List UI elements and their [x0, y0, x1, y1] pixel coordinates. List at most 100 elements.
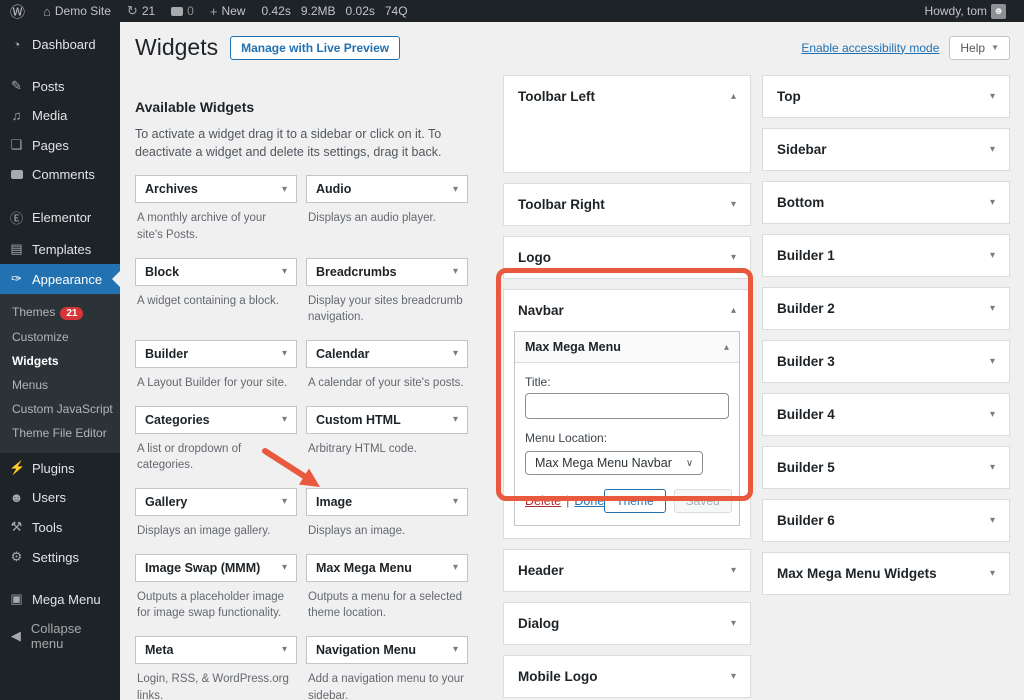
sidebar-area-header[interactable]: Builder 5 ▾ [763, 447, 1009, 488]
chevron-down-icon[interactable]: ▾ [731, 252, 736, 263]
enable-accessibility-mode-link[interactable]: Enable accessibility mode [801, 41, 939, 55]
sidebar-area-header[interactable]: Navbar ▴ [504, 290, 750, 331]
sidebar-area-header[interactable]: Toolbar Left ▴ [504, 76, 750, 117]
chevron-down-icon[interactable]: ▾ [731, 671, 736, 682]
chevron-down-icon[interactable]: ▾ [453, 562, 458, 573]
chevron-down-icon[interactable]: ▾ [282, 562, 287, 573]
widget-card-custom-html[interactable]: Custom HTML▾ [306, 406, 468, 434]
chevron-down-icon[interactable]: ▾ [731, 565, 736, 576]
widget-card-meta[interactable]: Meta▾ [135, 636, 297, 664]
chevron-down-icon[interactable]: ▾ [990, 250, 995, 261]
chevron-down-icon[interactable]: ▾ [990, 409, 995, 420]
done-link[interactable]: Done [574, 494, 604, 508]
chevron-down-icon[interactable]: ▾ [990, 144, 995, 155]
widget-card-calendar[interactable]: Calendar▾ [306, 340, 468, 368]
chevron-down-icon[interactable]: ▾ [990, 568, 995, 579]
theme-button[interactable]: Theme [604, 489, 665, 513]
chevron-down-icon[interactable]: ▾ [731, 199, 736, 210]
submenu-item-menus[interactable]: Menus [0, 373, 120, 397]
chevron-down-icon[interactable]: ▾ [990, 356, 995, 367]
new-content-menu[interactable]: + New [202, 0, 254, 22]
widget-card-archives[interactable]: Archives▾ [135, 175, 297, 203]
submenu-item-theme-file-editor[interactable]: Theme File Editor [0, 421, 120, 445]
chevron-up-icon[interactable]: ▴ [731, 91, 736, 102]
chevron-down-icon[interactable]: ▾ [282, 184, 287, 195]
widget-card-max-mega-menu[interactable]: Max Mega Menu▾ [306, 554, 468, 582]
site-menu[interactable]: ⌂ Demo Site [35, 0, 119, 22]
collapse-menu-button[interactable]: ◀ Collapse menu [0, 614, 120, 658]
sidebar-item-comments[interactable]: Comments [0, 160, 120, 189]
submenu-item-custom-javascript[interactable]: Custom JavaScript [0, 397, 120, 421]
help-button[interactable]: Help ▼ [949, 36, 1010, 60]
chevron-up-icon[interactable]: ▴ [724, 342, 729, 353]
sidebar-item-posts[interactable]: ✎ Posts [0, 71, 120, 101]
wordpress-logo-icon[interactable]: Ⓦ [0, 1, 35, 22]
sidebar-area-header[interactable]: Builder 2 ▾ [763, 288, 1009, 329]
chevron-down-icon[interactable]: ▾ [282, 644, 287, 655]
sidebar-item-templates[interactable]: ▤ Templates [0, 234, 120, 264]
title-input[interactable] [525, 393, 729, 419]
widget-card-breadcrumbs[interactable]: Breadcrumbs▾ [306, 258, 468, 286]
sidebar-area-header[interactable]: Bottom ▾ [763, 182, 1009, 223]
sidebar-item-tools[interactable]: ⚒ Tools [0, 512, 120, 542]
widget-card-gallery[interactable]: Gallery▾ [135, 488, 297, 516]
chevron-down-icon[interactable]: ▾ [453, 414, 458, 425]
chevron-down-icon[interactable]: ▾ [990, 91, 995, 102]
widget-card-builder[interactable]: Builder▾ [135, 340, 297, 368]
widget-card-navigation-menu[interactable]: Navigation Menu▾ [306, 636, 468, 664]
widget-card-block[interactable]: Block▾ [135, 258, 297, 286]
chevron-down-icon[interactable]: ▾ [282, 414, 287, 425]
chevron-down-icon[interactable]: ▾ [453, 266, 458, 277]
chevron-down-icon[interactable]: ▾ [990, 197, 995, 208]
sidebar-area-header[interactable]: Header ▾ [504, 550, 750, 591]
chevron-down-icon[interactable]: ▾ [453, 348, 458, 359]
sidebar-item-mega-menu[interactable]: ▣ Mega Menu [0, 584, 120, 614]
chevron-down-icon[interactable]: ▾ [282, 496, 287, 507]
chevron-down-icon[interactable]: ▾ [282, 266, 287, 277]
sidebar-area-header[interactable]: Top ▾ [763, 76, 1009, 117]
widget-card-audio[interactable]: Audio▾ [306, 175, 468, 203]
sidebar-area-header[interactable]: Builder 4 ▾ [763, 394, 1009, 435]
sidebar-item-pages[interactable]: ❏ Pages [0, 130, 120, 160]
sidebar-area-header[interactable]: Sidebar ▾ [763, 129, 1009, 170]
chevron-down-icon[interactable]: ▾ [990, 462, 995, 473]
chevron-down-icon[interactable]: ▾ [453, 496, 458, 507]
sidebar-area-header[interactable]: Dialog ▾ [504, 603, 750, 644]
widget-card-categories[interactable]: Categories▾ [135, 406, 297, 434]
submenu-item-themes[interactable]: Themes21 [0, 300, 120, 325]
chevron-down-icon[interactable]: ▾ [990, 303, 995, 314]
query-monitor-stats[interactable]: 0.42s 9.2MB 0.02s 74Q [253, 4, 415, 18]
menu-location-select[interactable]: Max Mega Menu Navbar ∨ [525, 451, 703, 475]
sidebar-item-elementor[interactable]: Ⓔ Elementor [0, 201, 120, 234]
updates-menu[interactable]: ↻ 21 [119, 0, 163, 22]
account-menu[interactable]: Howdy, tom ☻ [917, 0, 1014, 22]
submenu-item-widgets[interactable]: Widgets [0, 349, 120, 373]
sidebar-item-plugins[interactable]: ⚡ Plugins [0, 453, 120, 483]
sidebar-area-header[interactable]: Builder 3 ▾ [763, 341, 1009, 382]
sidebar-item-media[interactable]: ♫ Media [0, 101, 120, 130]
sidebar-area-header[interactable]: Builder 1 ▾ [763, 235, 1009, 276]
sidebar-item-dashboard[interactable]: ◔ Dashboard [0, 30, 120, 59]
sidebar-area-header[interactable]: Builder 6 ▾ [763, 500, 1009, 541]
chevron-down-icon[interactable]: ▾ [282, 348, 287, 359]
widget-drop-area[interactable] [504, 117, 750, 172]
widget-card-image[interactable]: Image▾ [306, 488, 468, 516]
comments-menu[interactable]: 0 [163, 0, 202, 22]
chevron-down-icon[interactable]: ▾ [453, 644, 458, 655]
widget-card-image-swap[interactable]: Image Swap (MMM)▾ [135, 554, 297, 582]
chevron-down-icon[interactable]: ▾ [453, 184, 458, 195]
sidebar-area-header[interactable]: Toolbar Right ▾ [504, 184, 750, 225]
manage-with-live-preview-button[interactable]: Manage with Live Preview [230, 36, 400, 60]
sidebar-area-header[interactable]: Max Mega Menu Widgets ▾ [763, 553, 1009, 594]
sidebar-item-settings[interactable]: ⚙ Settings [0, 542, 120, 572]
chevron-up-icon[interactable]: ▴ [731, 305, 736, 316]
widget-header[interactable]: Max Mega Menu ▴ [515, 332, 739, 363]
chevron-down-icon[interactable]: ▾ [731, 618, 736, 629]
chevron-down-icon[interactable]: ▾ [990, 515, 995, 526]
sidebar-item-users[interactable]: ☻ Users [0, 483, 120, 512]
sidebar-area-header[interactable]: Mobile Logo ▾ [504, 656, 750, 697]
sidebar-item-appearance[interactable]: ✑ Appearance [0, 264, 120, 294]
delete-link[interactable]: Delete [525, 494, 561, 508]
sidebar-area-header[interactable]: Logo ▾ [504, 237, 750, 278]
submenu-item-customize[interactable]: Customize [0, 325, 120, 349]
